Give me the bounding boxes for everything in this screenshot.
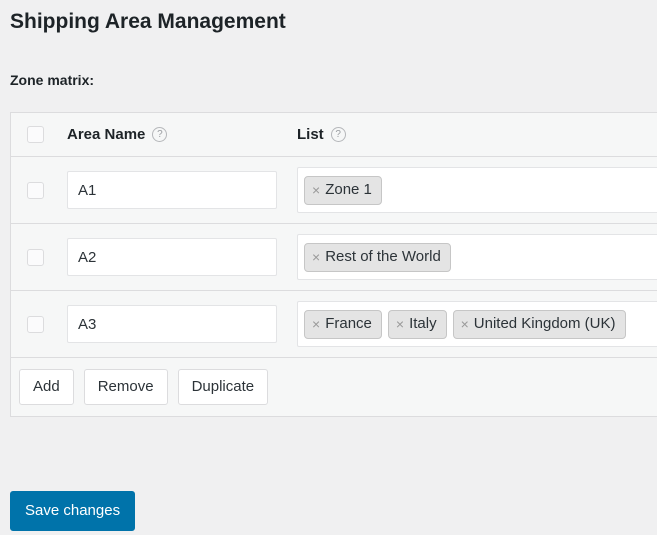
page-title: Shipping Area Management	[10, 10, 286, 33]
table-row: × France × Italy × United Kingdom (UK)	[11, 291, 657, 358]
row-area-name-cell	[59, 305, 289, 343]
tag-label: United Kingdom (UK)	[473, 314, 616, 332]
row-list-cell: × Zone 1	[289, 167, 657, 213]
zone-matrix-table: Area Name ? List ? × Zone 1	[10, 112, 657, 417]
table-row: × Rest of the World	[11, 224, 657, 291]
tag-label: Rest of the World	[325, 247, 441, 265]
header-cell-list: List ?	[289, 126, 657, 143]
area-name-input[interactable]	[67, 171, 277, 209]
remove-row-button[interactable]: Remove	[83, 369, 168, 405]
table-header-row: Area Name ? List ?	[11, 113, 657, 157]
row-checkbox-cell	[11, 248, 59, 266]
row-select-checkbox[interactable]	[26, 248, 44, 266]
tag-item[interactable]: × France	[304, 309, 382, 339]
row-area-name-cell	[59, 238, 289, 276]
help-icon-area-name[interactable]: ?	[152, 127, 168, 142]
area-name-input[interactable]	[67, 305, 277, 343]
save-changes-button[interactable]: Save changes	[10, 491, 136, 531]
area-name-input[interactable]	[67, 238, 277, 276]
duplicate-row-button[interactable]: Duplicate	[177, 369, 269, 405]
zone-multiselect[interactable]: × Rest of the World	[297, 234, 657, 280]
tag-item[interactable]: × Italy	[387, 309, 447, 339]
table-row: × Zone 1	[11, 157, 657, 224]
tag-remove-icon[interactable]: ×	[312, 250, 320, 264]
add-row-button[interactable]: Add	[19, 369, 74, 405]
zone-multiselect[interactable]: × Zone 1	[297, 167, 657, 213]
zone-multiselect[interactable]: × France × Italy × United Kingdom (UK)	[297, 301, 657, 347]
tag-item[interactable]: × Rest of the World	[304, 242, 451, 272]
row-checkbox-cell	[11, 181, 59, 199]
tag-item[interactable]: × United Kingdom (UK)	[452, 309, 626, 339]
tag-remove-icon[interactable]: ×	[312, 183, 320, 197]
tag-item[interactable]: × Zone 1	[304, 175, 382, 205]
row-checkbox-cell	[11, 315, 59, 333]
row-select-checkbox[interactable]	[26, 315, 44, 333]
table-action-row: Add Remove Duplicate	[11, 358, 657, 416]
select-all-checkbox[interactable]	[26, 126, 44, 143]
tag-remove-icon[interactable]: ×	[461, 317, 469, 331]
row-area-name-cell	[59, 171, 289, 209]
help-icon-list[interactable]: ?	[330, 127, 346, 142]
row-select-checkbox[interactable]	[26, 181, 44, 199]
tag-remove-icon[interactable]: ×	[396, 317, 404, 331]
row-list-cell: × Rest of the World	[289, 234, 657, 280]
tag-label: Italy	[409, 314, 437, 332]
row-list-cell: × France × Italy × United Kingdom (UK)	[289, 301, 657, 347]
tag-label: Zone 1	[325, 180, 372, 198]
column-header-area-name: Area Name	[67, 126, 146, 143]
header-checkbox-cell	[11, 126, 59, 143]
zone-matrix-label: Zone matrix:	[10, 72, 95, 88]
tag-label: France	[325, 314, 372, 332]
column-header-list: List	[297, 126, 324, 143]
tag-remove-icon[interactable]: ×	[312, 317, 320, 331]
header-cell-area-name: Area Name ?	[59, 126, 289, 143]
